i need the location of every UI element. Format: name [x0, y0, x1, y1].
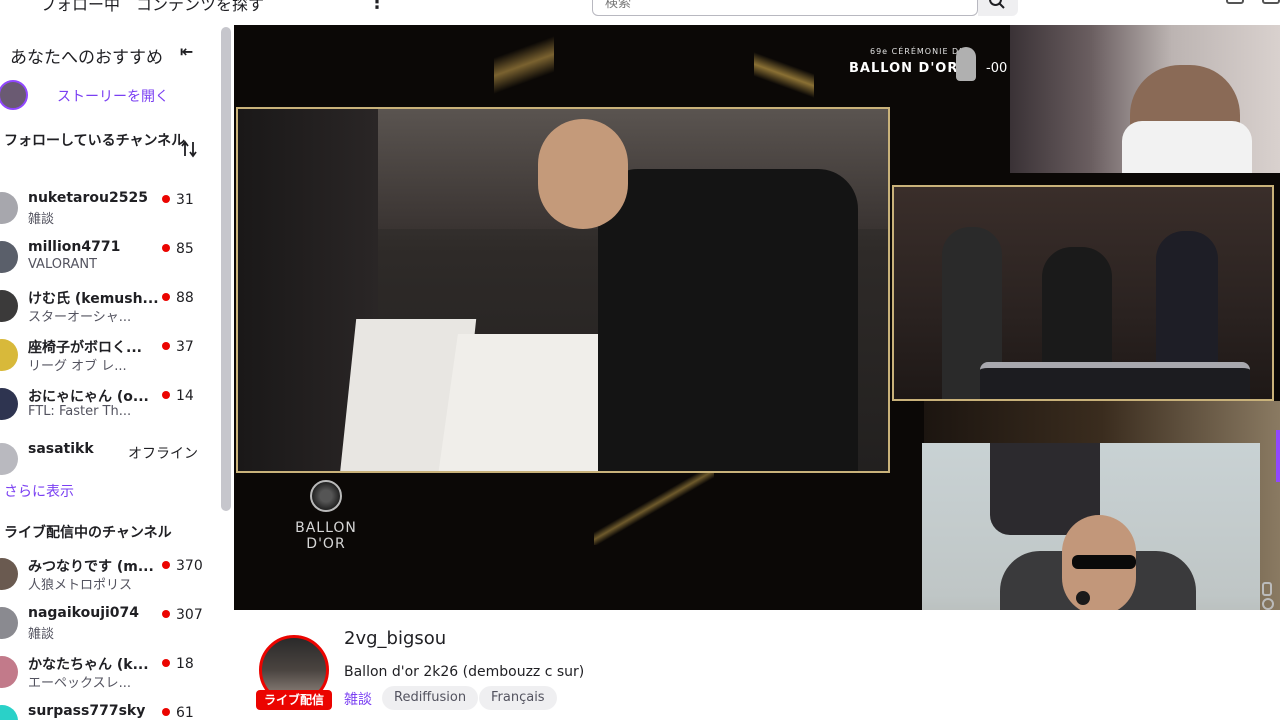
sidebar-channel-item[interactable]: 座椅子がボロく... リーグ オブ レ... 37 — [0, 337, 205, 377]
channel-avatar — [0, 656, 18, 688]
channel-avatar — [0, 705, 18, 720]
viewer-count: 37 — [162, 339, 194, 355]
ball-icon — [310, 480, 342, 512]
channel-avatar — [0, 192, 18, 224]
viewer-count: 370 — [162, 558, 203, 574]
story-avatar[interactable] — [0, 80, 28, 110]
studio-desk — [980, 362, 1250, 399]
ceremony-subtitle: 69e CÉRÉMONIE DU — [870, 47, 967, 56]
sidebar-channel-item[interactable]: おにゃにゃん (o... FTL: Faster Th... 14 — [0, 386, 205, 426]
show-more-link[interactable]: さらに表示 — [4, 481, 74, 501]
streamer-webcam — [922, 443, 1260, 610]
channel-avatar — [0, 388, 18, 420]
broadcast-side-feed — [892, 185, 1274, 401]
search-input[interactable] — [592, 0, 978, 16]
sidebar-channel-item[interactable]: surpass777sky 61 — [0, 703, 205, 720]
sidebar-channel-item[interactable]: けむ氏 (kemush... スターオーシャ... 88 — [0, 288, 205, 328]
channel-avatar — [0, 607, 18, 639]
viewer-count: 307 — [162, 607, 203, 623]
mic-icon[interactable] — [1262, 582, 1272, 596]
player-signing — [598, 169, 858, 471]
stream-category-link[interactable]: 雑談 — [344, 689, 372, 709]
channel-name: おにゃにゃん (o... — [28, 389, 149, 405]
channel-game: VALORANT — [28, 257, 98, 272]
live-channels-title: ライブ配信中のチャンネル — [4, 525, 172, 541]
sidebar-channel-item[interactable]: million4771 VALORANT 85 — [0, 239, 205, 279]
offline-status: オフライン — [128, 446, 198, 462]
stream-title: Ballon d'or 2k26 (dembouzz c sur) — [344, 664, 585, 680]
sidebar-channel-item[interactable]: nagaikouji074 雑談 307 — [0, 605, 205, 645]
viewer-count: 14 — [162, 388, 194, 404]
sidebar-channel-item[interactable]: かなたちゃん (k... エーペックスレ... 18 — [0, 654, 205, 694]
broadcast-main-feed — [236, 107, 890, 473]
sidebar-channel-item[interactable]: nuketarou2525 雑談 31 — [0, 190, 205, 230]
more-menu-icon[interactable]: ⋮ — [368, 0, 386, 13]
broadcast-clock: -00 — [986, 61, 1008, 76]
viewer-count: 85 — [162, 241, 194, 257]
channel-avatar — [0, 558, 18, 590]
channel-name: sasatikk — [28, 441, 94, 457]
open-stories-link[interactable]: ストーリーを開く — [57, 86, 169, 106]
channel-game: 雑談 — [28, 627, 55, 642]
settings-icon[interactable] — [1262, 598, 1274, 610]
channel-name: nuketarou2525 — [28, 190, 148, 206]
top-navigation-bar: フォロー中 コンテンツを探す ⋮ — [0, 0, 1280, 25]
logo-text-line2: D'OR — [306, 536, 346, 552]
channel-name: かなたちゃん (k... — [28, 657, 149, 673]
sidebar-channel-item-offline[interactable]: sasatikk オフライン — [0, 441, 205, 481]
following-channels-title: フォローしているチャンネル — [4, 133, 186, 149]
inbox-icon[interactable] — [1226, 0, 1244, 4]
channel-avatar — [0, 241, 18, 273]
channel-name: surpass777sky — [28, 703, 146, 719]
sidebar-scrollbar[interactable] — [221, 27, 231, 511]
reaction-cam-top — [1010, 25, 1280, 173]
top-nav-links[interactable]: フォロー中 コンテンツを探す — [40, 0, 264, 15]
headset-mic-icon — [1076, 591, 1090, 605]
viewer-count: 88 — [162, 290, 194, 306]
channel-game: 雑談 — [28, 212, 55, 227]
channel-game: スターオーシャ... — [28, 310, 132, 325]
channel-game: FTL: Faster Th... — [28, 404, 132, 419]
video-player[interactable]: BALLON D'OR 69e CÉRÉMONIE DU BALLON D'OR… — [234, 25, 1280, 610]
app-root: フォロー中 コンテンツを探す ⋮ あなたへのおすすめ ⇤ ストーリーを開く フォ… — [0, 0, 1280, 720]
ballon-dor-logo: BALLON D'OR — [290, 480, 362, 552]
logo-text-line1: BALLON — [295, 520, 357, 536]
sidebar: あなたへのおすすめ ⇤ ストーリーを開く フォローしているチャンネル nuket… — [0, 25, 234, 720]
channel-name: けむ氏 (kemush... — [28, 291, 158, 307]
channel-game: 人狼メトロポリス — [28, 578, 133, 593]
stream-info-right — [922, 672, 1280, 720]
chat-toggle-edge[interactable] — [1276, 430, 1280, 482]
channel-avatar — [0, 339, 18, 371]
player-head — [538, 119, 628, 229]
viewer-count: 31 — [162, 192, 194, 208]
ceremony-title: BALLON D'OR — [849, 61, 959, 76]
tag-francais[interactable]: Français — [479, 686, 557, 710]
stream-info-panel: ライブ配信 2vg_bigsou Ballon d'or 2k26 (dembo… — [234, 610, 922, 720]
live-badge: ライブ配信 — [256, 690, 332, 710]
viewer-count: 61 — [162, 705, 194, 720]
search-button[interactable] — [978, 0, 1018, 16]
channel-name: million4771 — [28, 239, 121, 255]
tag-rediffusion[interactable]: Rediffusion — [382, 686, 479, 710]
channel-game: エーペックスレ... — [28, 676, 132, 691]
sort-icon[interactable] — [181, 140, 197, 158]
channel-name: 座椅子がボロく... — [28, 340, 142, 356]
collapse-sidebar-icon[interactable]: ⇤ — [180, 42, 193, 61]
ceremony-overlay: 69e CÉRÉMONIE DU BALLON D'OR -00 — [846, 47, 1016, 87]
viewer-count: 18 — [162, 656, 194, 672]
channel-avatar — [0, 443, 18, 475]
sidebar-channel-item[interactable]: みつなりです (m... 人狼メトロポリス 370 — [0, 556, 205, 596]
sunglasses — [1072, 555, 1136, 569]
stage-light-decoration — [594, 465, 714, 545]
search-icon — [989, 0, 1005, 9]
channel-game: リーグ オブ レ... — [28, 359, 127, 374]
trophy-icon — [956, 47, 976, 81]
channel-avatar — [0, 290, 18, 322]
channel-name: nagaikouji074 — [28, 605, 140, 621]
channel-name: みつなりです (m... — [28, 559, 154, 575]
notifications-icon[interactable] — [1262, 0, 1280, 4]
cam-person-shirt — [1122, 121, 1252, 173]
streamer-name[interactable]: 2vg_bigsou — [344, 628, 446, 649]
recommended-title: あなたへのおすすめ — [10, 48, 163, 68]
